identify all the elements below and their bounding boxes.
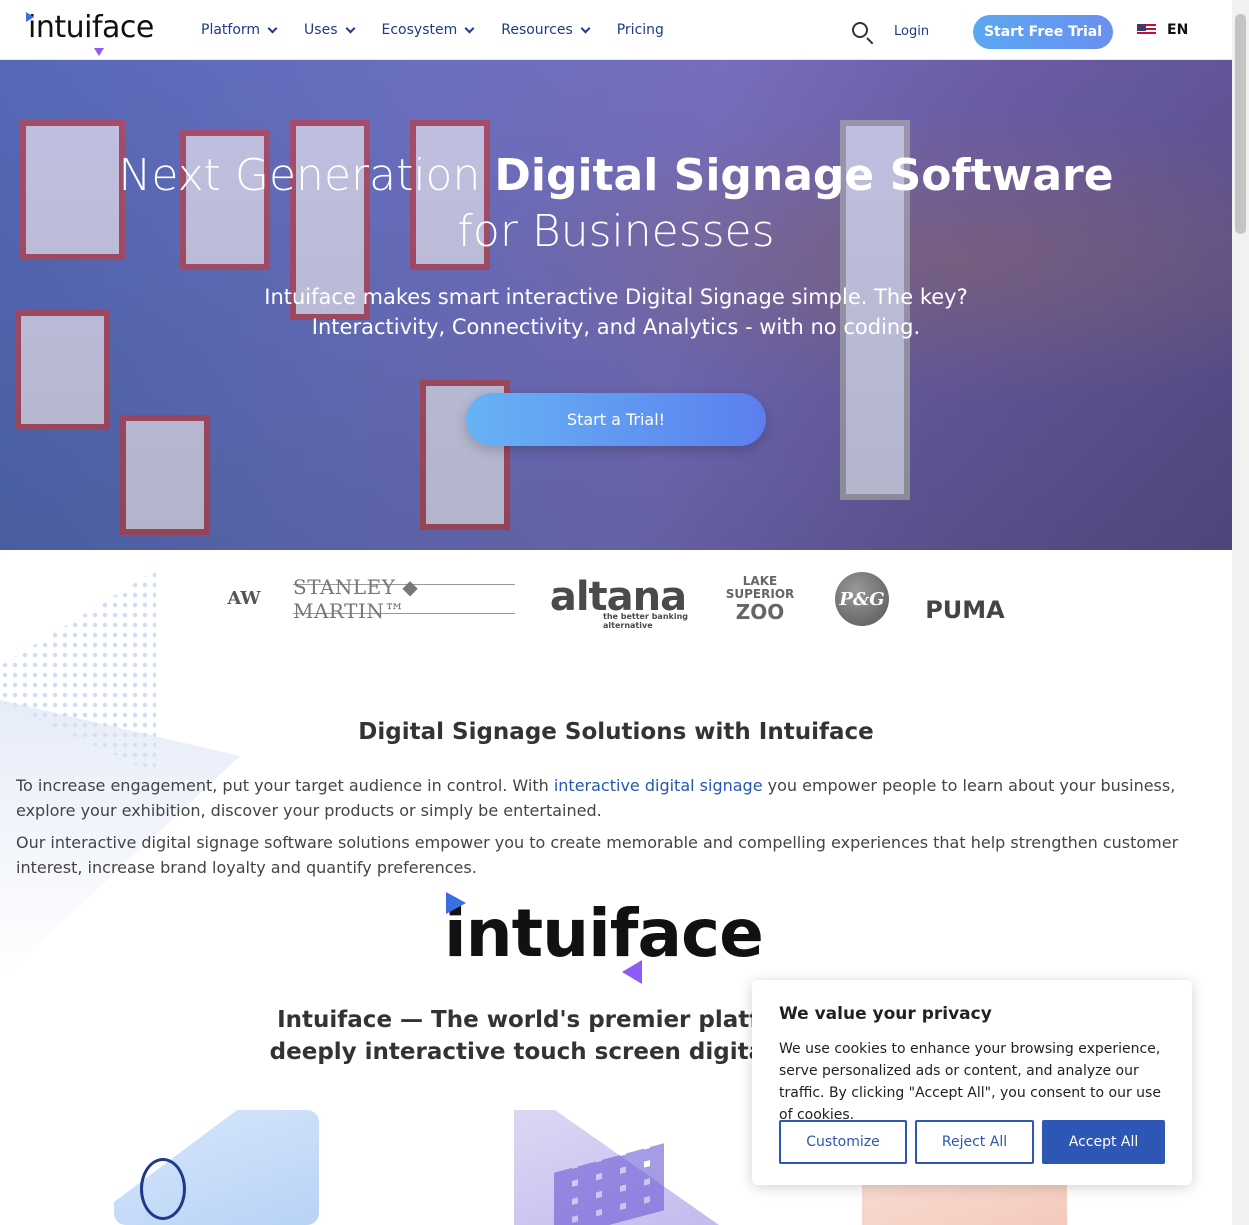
hero-section: Next Generation Digital Signage Software… xyxy=(0,60,1232,550)
client-logo-lake-superior-zoo: LAKE SUPERIOR ZOO xyxy=(726,570,795,628)
intuiface-large-logo: intuiface xyxy=(444,892,794,984)
intro-paragraph-2: Our interactive digital signage software… xyxy=(16,833,1179,877)
login-link[interactable]: Login xyxy=(894,24,929,39)
hero-subtitle-line1: Intuiface makes smart interactive Digita… xyxy=(264,285,968,309)
search-icon[interactable] xyxy=(852,22,868,38)
section-title: Digital Signage Solutions with Intuiface xyxy=(358,719,874,745)
nav-platform-label: Platform xyxy=(201,22,261,38)
nav-platform[interactable]: Platform xyxy=(201,22,278,38)
client-logo-aw: AW xyxy=(227,587,261,609)
client-logos: AW STANLEY ◆ MARTIN™ altana the better b… xyxy=(0,570,1232,630)
start-trial-button[interactable]: Start a Trial! xyxy=(466,393,766,446)
nav-ecosystem-label: Ecosystem xyxy=(381,22,458,38)
logo-left-triangle-icon xyxy=(622,960,642,984)
chevron-down-icon xyxy=(580,23,591,33)
p1-text-before: To increase engagement, put your target … xyxy=(16,776,554,795)
page-scrollbar[interactable] xyxy=(1232,0,1249,1225)
hero-subtitle-line2: Interactivity, Connectivity, and Analyti… xyxy=(311,315,921,339)
logo-play-triangle-icon xyxy=(446,892,466,914)
nav-resources[interactable]: Resources xyxy=(501,22,591,38)
cookie-customize-button[interactable]: Customize xyxy=(779,1120,907,1164)
client-logo-stanley-martin: STANLEY ◆ MARTIN™ xyxy=(293,575,515,623)
nav-pricing[interactable]: Pricing xyxy=(617,22,664,38)
altana-tagline: the better banking alternative xyxy=(603,612,688,630)
cookie-accept-all-button[interactable]: Accept All xyxy=(1042,1120,1165,1164)
nav-pricing-label: Pricing xyxy=(616,22,664,38)
interactive-digital-signage-link[interactable]: interactive digital signage xyxy=(554,776,763,795)
large-logo-text: intuiface xyxy=(444,895,764,972)
hero-title: Next Generation Digital Signage Software… xyxy=(0,148,1232,260)
start-free-trial-button[interactable]: Start Free Trial xyxy=(973,15,1113,49)
us-flag-icon[interactable] xyxy=(1137,24,1156,36)
client-logo-puma: PUMA xyxy=(925,596,1005,624)
scrollbar-thumb[interactable] xyxy=(1235,14,1246,234)
hero-title-bold: Digital Signage Software xyxy=(494,150,1114,201)
hero-subtitle: Intuiface makes smart interactive Digita… xyxy=(216,282,1016,342)
nav-ecosystem[interactable]: Ecosystem xyxy=(381,22,475,38)
nav-uses-label: Uses xyxy=(304,22,338,38)
logo-text: intuiface xyxy=(28,10,154,45)
language-selector[interactable]: EN xyxy=(1167,22,1188,38)
chevron-down-icon xyxy=(464,23,475,33)
cookie-reject-all-button[interactable]: Reject All xyxy=(915,1120,1034,1164)
zoo-line3: ZOO xyxy=(735,600,785,624)
intro-paragraph-1: To increase engagement, put your target … xyxy=(16,773,1216,823)
client-logo-altana: altana the better banking alternative xyxy=(548,572,688,630)
cookie-consent-banner: We value your privacy We use cookies to … xyxy=(752,980,1192,1185)
cookie-title: We value your privacy xyxy=(779,1004,992,1024)
site-header: intuiface Platform Uses Ecosystem Resour… xyxy=(0,0,1232,60)
cookie-description: We use cookies to enhance your browsing … xyxy=(779,1041,1161,1123)
client-logo-pg: P&G xyxy=(835,572,889,626)
hero-title-light: Next Generation xyxy=(118,150,495,201)
nav-uses[interactable]: Uses xyxy=(304,22,355,38)
logo-play-triangle-icon xyxy=(26,12,34,22)
intuiface-logo[interactable]: intuiface xyxy=(26,10,154,56)
illustration-circle-shape xyxy=(140,1158,186,1220)
nav-resources-label: Resources xyxy=(501,22,573,38)
main-nav: Platform Uses Ecosystem Resources Pricin… xyxy=(201,22,692,38)
hero-title-line2: for Businesses xyxy=(457,206,775,257)
chevron-down-icon xyxy=(345,23,355,33)
logo-down-triangle-icon xyxy=(94,48,104,56)
chevron-down-icon xyxy=(267,23,278,33)
